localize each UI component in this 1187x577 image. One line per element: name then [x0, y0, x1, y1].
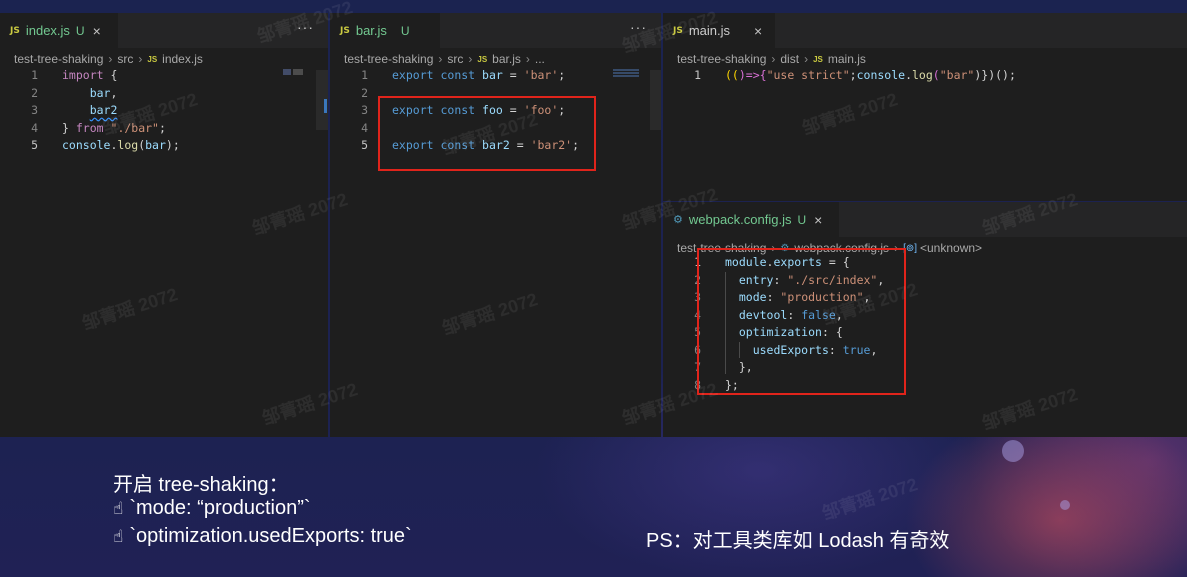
breadcrumb-item[interactable]: ...: [535, 52, 545, 66]
code-area[interactable]: 1 import { 2 bar, 3 bar2 4} from "./bar";…: [0, 67, 328, 155]
highlight-box-unused-exports: [378, 96, 596, 171]
pointing-hand-icon: ☝: [113, 499, 124, 519]
breadcrumb-item[interactable]: test-tree-shaking: [677, 52, 766, 66]
code-line: 5 console.log(bar);: [31, 138, 180, 152]
editor-pane-bar: JS bar.js U ··· test-tree-shaking › src › …: [330, 13, 661, 437]
more-actions-icon[interactable]: ···: [630, 19, 647, 35]
breadcrumb-item[interactable]: dist: [780, 52, 799, 66]
close-icon[interactable]: ×: [93, 23, 101, 39]
scrollbar[interactable]: [650, 70, 661, 130]
breadcrumb-item[interactable]: main.js: [828, 52, 866, 66]
code-line: 3 bar2: [31, 103, 118, 117]
breadcrumb-item[interactable]: <unknown>: [920, 241, 982, 255]
editor-pane-index: JS index.js U × ··· test-tree-shaking › s…: [0, 13, 328, 437]
code-line: 2 bar,: [31, 85, 118, 100]
tab-bar: JS main.js ×: [663, 13, 1187, 48]
breadcrumb-item[interactable]: test-tree-shaking: [344, 52, 433, 66]
js-file-icon: JS: [813, 54, 823, 64]
tab-bar: ⚙ webpack.config.js U ×: [663, 202, 1187, 237]
close-icon[interactable]: ×: [754, 23, 762, 39]
editor-pane-main: JS main.js × test-tree-shaking › dist › JS…: [663, 13, 1187, 201]
tab-bar-js[interactable]: JS bar.js U: [330, 13, 440, 48]
caption-item: ☝ `optimization.usedExports: true`: [113, 525, 412, 547]
unused-import-warning: bar2: [89, 103, 118, 117]
minimap[interactable]: [283, 69, 303, 75]
scrollbar[interactable]: [316, 70, 328, 130]
js-file-icon: JS: [673, 25, 683, 36]
js-file-icon: JS: [477, 54, 488, 64]
js-file-icon: JS: [10, 25, 20, 36]
tab-main-js[interactable]: JS main.js ×: [663, 13, 775, 48]
tab-bar: JS bar.js U ···: [330, 13, 661, 48]
decor-dot: [1060, 500, 1070, 510]
code-line: 1 import {: [31, 68, 118, 82]
breadcrumb-item[interactable]: test-tree-shaking: [14, 52, 103, 66]
tab-label: main.js: [688, 23, 731, 38]
js-file-icon: JS: [147, 54, 158, 64]
caption-item: ☝ `mode: “production”`: [113, 497, 311, 519]
decor-dot: [1002, 440, 1024, 462]
pointing-hand-icon: ☝: [113, 527, 124, 547]
tab-webpack-config[interactable]: ⚙ webpack.config.js U ×: [663, 202, 839, 237]
caption-ps: PS：对工具类库如 Lodash 有奇效: [646, 530, 950, 552]
highlight-box-webpack-config: [697, 248, 906, 395]
untracked-badge: U: [75, 23, 85, 38]
tab-bar: JS index.js U × ···: [0, 13, 328, 48]
untracked-badge: U: [400, 23, 410, 38]
close-icon[interactable]: ×: [814, 212, 822, 228]
untracked-badge: U: [797, 212, 807, 227]
breadcrumb-item[interactable]: src: [447, 52, 463, 66]
code-line: 4} from "./bar";: [31, 120, 166, 135]
breadcrumb-item[interactable]: index.js: [162, 52, 203, 66]
webpack-file-icon: ⚙: [673, 214, 683, 226]
tab-label: bar.js: [355, 23, 387, 38]
code-line: 1 export const bar = 'bar';: [361, 68, 566, 82]
tab-index-js[interactable]: JS index.js U ×: [0, 13, 118, 48]
caption-title: 开启 tree-shaking：: [113, 474, 289, 496]
code-line: 1 (()=>{"use strict";console.log("bar")})…: [694, 68, 1016, 82]
minimap[interactable]: [613, 69, 639, 77]
js-file-icon: JS: [340, 25, 350, 36]
tab-label: webpack.config.js: [688, 212, 792, 227]
breadcrumb-item[interactable]: bar.js: [492, 52, 521, 66]
code-area[interactable]: 1 (()=>{"use strict";console.log("bar")})…: [663, 67, 1187, 85]
more-actions-icon[interactable]: ···: [297, 19, 314, 35]
tab-label: index.js: [25, 23, 70, 38]
breadcrumb-item[interactable]: src: [117, 52, 133, 66]
